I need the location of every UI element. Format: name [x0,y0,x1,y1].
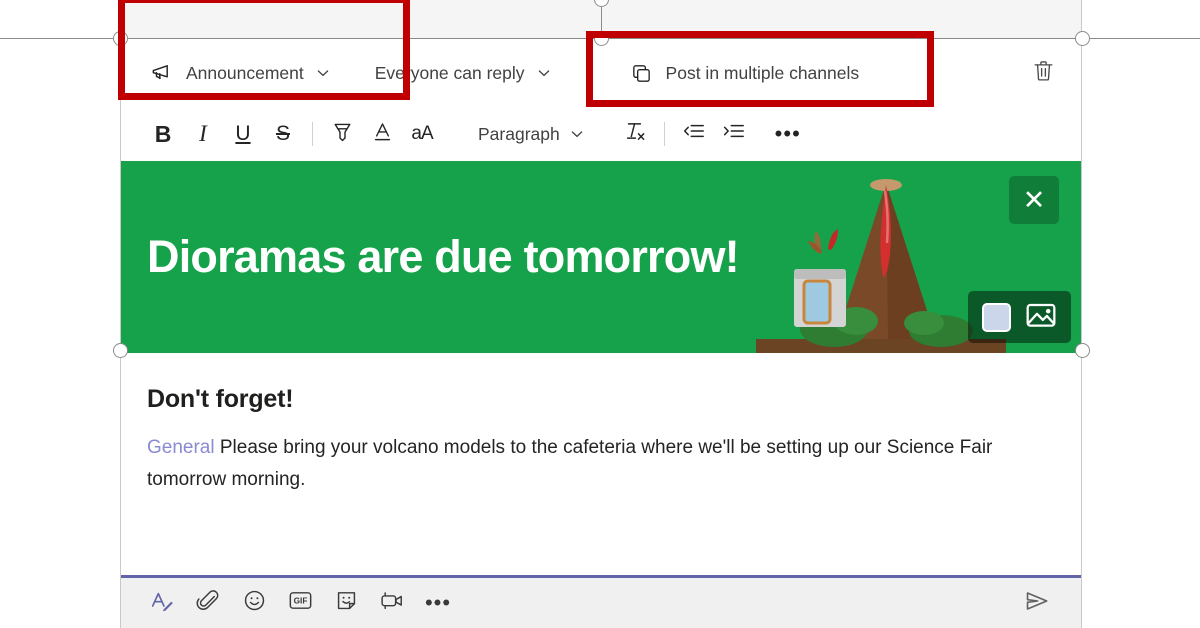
clear-formatting-button[interactable] [615,114,655,154]
banner-close-button[interactable]: ✕ [1009,176,1059,224]
more-options-icon: ••• [774,121,801,146]
screenshot-root: Announcement Everyone can reply Post in … [0,0,1200,628]
right-margin [1082,0,1200,628]
more-actions-icon: ••• [424,590,452,615]
banner-headline: Dioramas are due tomorrow! [147,231,740,282]
font-color-icon [370,119,395,150]
announcement-banner[interactable]: Dioramas are due tomorrow! ✕ [121,161,1081,353]
italic-label: I [199,121,207,146]
italic-button[interactable]: I [183,114,223,154]
font-color-button[interactable] [362,114,402,154]
clear-formatting-icon [622,118,648,150]
underline-button[interactable]: U [223,114,263,154]
color-swatch[interactable] [982,302,1011,332]
strikethrough-button[interactable]: S [263,114,303,154]
bold-button[interactable]: B [143,114,183,154]
paragraph-style-dropdown[interactable]: Paragraph [470,116,593,152]
paperclip-icon [196,588,221,618]
message-paragraph: Please bring your volcano models to the … [147,437,993,490]
attach-button[interactable] [185,582,231,624]
selection-guide-right [1082,38,1200,39]
left-margin [0,0,120,628]
image-picker-button[interactable] [1025,303,1057,331]
video-camera-icon [379,588,406,618]
emoji-icon [242,588,267,618]
close-icon: ✕ [1022,184,1046,215]
highlight-icon [330,119,355,150]
message-body[interactable]: Don't forget! General Please bring your … [121,353,1081,496]
font-size-button[interactable]: aA [402,114,442,154]
delete-announcement-button[interactable] [1025,55,1061,91]
format-button[interactable] [139,582,185,624]
message-heading: Don't forget! [147,385,294,413]
emoji-button[interactable] [231,582,277,624]
increase-indent-button[interactable] [714,114,754,154]
channel-mention[interactable]: General [147,437,215,458]
post-in-multiple-channels-highlight [586,31,934,107]
sticker-icon [334,588,359,618]
selection-guide-left [0,38,120,39]
bold-label: B [154,120,172,147]
send-icon [1023,588,1051,619]
meet-now-button[interactable] [369,582,415,624]
decrease-indent-icon [681,118,707,150]
formatting-toolbar: B I U S aA Paragraph ••• [121,107,1081,161]
more-formatting-button[interactable]: ••• [768,114,808,154]
highlight-button[interactable] [322,114,362,154]
toolbar-divider [312,122,313,146]
chevron-down-icon [569,126,585,142]
send-button[interactable] [1015,582,1059,624]
resize-handle-bottom-right[interactable] [1075,343,1090,358]
resize-handle-bottom-left[interactable] [113,343,128,358]
gif-icon: GIF [287,588,314,618]
format-pen-icon [149,588,175,619]
font-size-icon: aA [411,123,433,144]
svg-text:GIF: GIF [293,596,307,606]
banner-controls [968,291,1071,343]
underline-label: U [235,122,251,145]
chevron-down-icon [536,65,552,81]
giphy-button[interactable]: GIF [277,582,323,624]
compose-bottom-toolbar: GIF ••• [121,578,1081,628]
paragraph-style-label: Paragraph [478,123,560,144]
toolbar-divider [663,122,665,146]
trash-icon [1031,58,1056,88]
message-text: General Please bring your volcano models… [147,432,1052,496]
announcement-compose-card: Announcement Everyone can reply Post in … [120,38,1082,628]
resize-handle-top-right[interactable] [1075,31,1090,46]
more-actions-button[interactable]: ••• [415,582,461,624]
increase-indent-icon [721,118,747,150]
sticker-button[interactable] [323,582,369,624]
announcement-type-highlight [118,0,410,100]
decrease-indent-button[interactable] [674,114,714,154]
image-picker-icon [1025,301,1057,334]
strikethrough-label: S [275,122,290,145]
